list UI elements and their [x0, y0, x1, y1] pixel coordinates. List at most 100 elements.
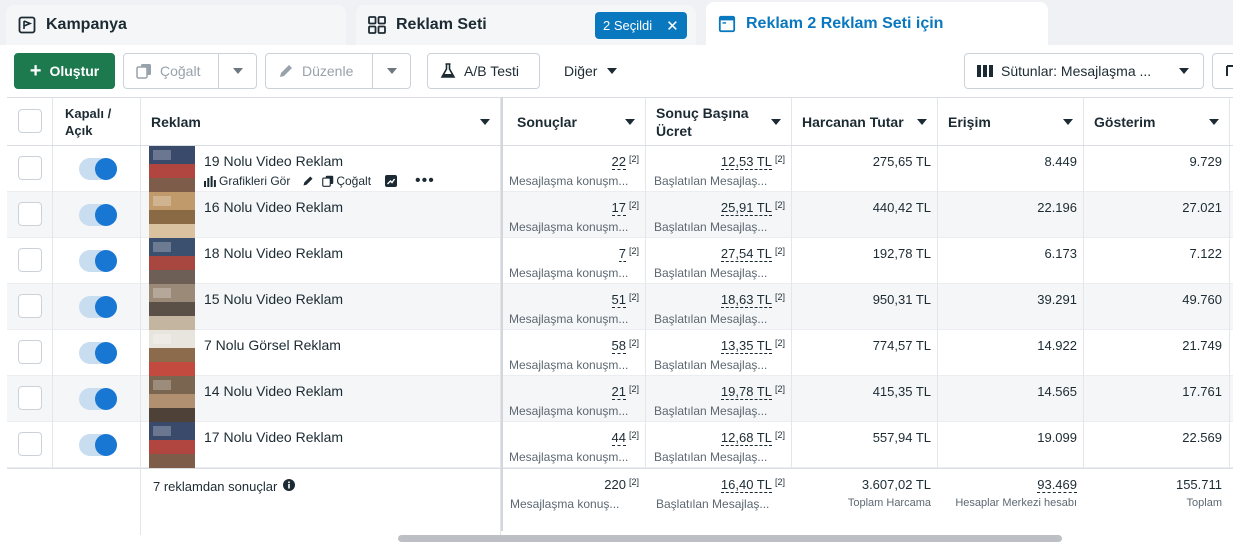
reach-cell: [938, 376, 1084, 422]
header-cpr[interactable]: Sonuç Başına Ücret: [646, 98, 792, 145]
cpr-number[interactable]: 13,35 TL: [720, 338, 772, 354]
cpr-number[interactable]: 12,68 TL: [720, 430, 772, 446]
ad-name[interactable]: 15 Nolu Video Reklam: [204, 291, 343, 307]
ad-name[interactable]: 17 Nolu Video Reklam: [204, 429, 343, 445]
selected-badge[interactable]: 2 Seçildi ✕: [595, 12, 687, 39]
results-number[interactable]: 21: [611, 384, 626, 400]
edit-row-button[interactable]: [302, 175, 314, 187]
footer-reach-sub: Hesaplar Merkezi hesabı: [955, 497, 1077, 509]
footer-reach-value[interactable]: 93.469: [1037, 477, 1077, 493]
ad-thumbnail[interactable]: [149, 284, 195, 330]
folder-flag-icon: [18, 16, 36, 34]
footnote-marker: [2]: [774, 338, 785, 348]
header-reach[interactable]: Erişim: [938, 98, 1084, 145]
other-menu-button[interactable]: Diğer: [552, 53, 634, 89]
cpr-number[interactable]: 27,54 TL: [720, 246, 772, 262]
cpr-number[interactable]: 25,91 TL: [720, 200, 772, 216]
ab-test-button[interactable]: A/B Testi: [427, 53, 540, 89]
ad-on-off-toggle[interactable]: [79, 342, 117, 364]
ad-name[interactable]: 7 Nolu Görsel Reklam: [204, 337, 341, 353]
table-row[interactable]: 15 Nolu Video Reklam 51 [2] Mesajlaşma ko…: [7, 284, 1233, 330]
ad-name[interactable]: 16 Nolu Video Reklam: [204, 199, 343, 215]
header-spend[interactable]: Harcanan Tutar: [792, 98, 938, 145]
ad-name[interactable]: 14 Nolu Video Reklam: [204, 383, 343, 399]
row-checkbox[interactable]: [18, 156, 42, 180]
more-icon[interactable]: •••: [415, 173, 435, 189]
duplicate-label: Çoğalt: [160, 63, 201, 79]
ad-thumbnail[interactable]: [149, 330, 195, 376]
ad-on-off-toggle[interactable]: [79, 434, 117, 456]
ad-on-off-toggle[interactable]: [79, 204, 117, 226]
header-onoff[interactable]: Kapalı / Açık: [53, 98, 141, 145]
ad-thumbnail[interactable]: [149, 192, 195, 238]
ad-name[interactable]: 19 Nolu Video Reklam: [204, 153, 343, 169]
edit-button[interactable]: Düzenle: [265, 53, 411, 89]
row-checkbox[interactable]: [18, 202, 42, 226]
duplicate-row-button[interactable]: Çoğalt: [322, 174, 371, 188]
duplicate-button[interactable]: Çoğalt: [123, 53, 257, 89]
ad-name[interactable]: 18 Nolu Video Reklam: [204, 245, 343, 261]
tab-ad[interactable]: Reklam 2 Reklam Seti için: [706, 2, 1048, 45]
results-number[interactable]: 17: [611, 200, 626, 216]
table-row[interactable]: 14 Nolu Video Reklam 21 [2] Mesajlaşma ko…: [7, 376, 1233, 422]
row-checkbox[interactable]: [18, 340, 42, 364]
chevron-down-icon: [1209, 119, 1219, 125]
edit-dropdown[interactable]: [372, 54, 410, 88]
table-row[interactable]: 17 Nolu Video Reklam 44 [2] Mesajlaşma ko…: [7, 422, 1233, 468]
results-number[interactable]: 22: [611, 154, 626, 170]
view-charts-label: Grafikleri Gör: [219, 174, 291, 188]
ad-on-off-toggle[interactable]: [79, 158, 117, 180]
ad-on-off-toggle[interactable]: [79, 296, 117, 318]
row-checkbox[interactable]: [18, 248, 42, 272]
tab-campaign[interactable]: Kampanya: [6, 5, 346, 45]
columns-dropdown[interactable]: [1165, 54, 1203, 88]
cpr-number[interactable]: 12,53 TL: [720, 154, 772, 170]
ad-thumbnail[interactable]: [149, 422, 195, 468]
impressions-cell: [1084, 284, 1230, 330]
toolbar: + Oluştur Çoğalt Düzenle A/B Testi Diğer…: [0, 45, 1233, 97]
select-all-checkbox[interactable]: [18, 109, 42, 133]
header-cpr-label: Sonuç Başına Ücret: [656, 104, 749, 139]
results-number[interactable]: 7: [618, 246, 626, 262]
columns-button[interactable]: Sütunlar: Mesajlaşma ...: [964, 53, 1204, 89]
results-number[interactable]: 51: [611, 292, 626, 308]
row-checkbox[interactable]: [18, 432, 42, 456]
header-impressions[interactable]: Gösterim: [1084, 98, 1230, 145]
copy-icon: [136, 63, 152, 79]
footnote-marker: [2]: [774, 430, 785, 440]
impressions-value: 22.569: [1182, 430, 1222, 445]
ad-thumbnail[interactable]: [149, 238, 195, 284]
open-row-button[interactable]: [385, 175, 398, 187]
spend-value: 950,31 TL: [872, 292, 931, 307]
ad-thumbnail[interactable]: [149, 376, 195, 422]
row-checkbox[interactable]: [18, 294, 42, 318]
grid-icon: [368, 16, 386, 34]
results-subtitle: Mesajlaşma konuşm...: [509, 450, 629, 464]
header-results[interactable]: Sonuçlar: [503, 98, 646, 145]
breakdown-button[interactable]: [1212, 53, 1233, 89]
table-row[interactable]: 18 Nolu Video Reklam 7 [2] Mesajlaşma kon…: [7, 238, 1233, 284]
row-checkbox[interactable]: [18, 386, 42, 410]
table-row[interactable]: 7 Nolu Görsel Reklam 58 [2] Mesajlaşma ko…: [7, 330, 1233, 376]
header-ad[interactable]: Reklam: [141, 98, 501, 145]
cpr-number[interactable]: 19,78 TL: [720, 384, 772, 400]
chevron-down-icon: [917, 119, 927, 125]
cpr-number[interactable]: 18,63 TL: [720, 292, 772, 308]
selected-count: 2 Seçildi: [603, 18, 653, 33]
results-number[interactable]: 44: [611, 430, 626, 446]
horizontal-scrollbar[interactable]: [398, 535, 1062, 542]
ad-on-off-toggle[interactable]: [79, 388, 117, 410]
chevron-down-icon: [625, 119, 635, 125]
table-row[interactable]: 16 Nolu Video Reklam 17 [2] Mesajlaşma ko…: [7, 192, 1233, 238]
frozen-column-divider[interactable]: [501, 97, 503, 531]
results-number[interactable]: 58: [611, 338, 626, 354]
ad-thumbnail[interactable]: [149, 146, 195, 192]
table-row[interactable]: 19 Nolu Video Reklam Grafikleri Gör Çoğa…: [7, 146, 1233, 192]
create-button[interactable]: + Oluştur: [14, 53, 115, 89]
tab-adset[interactable]: Reklam Seti 2 Seçildi ✕: [356, 5, 696, 45]
close-icon[interactable]: ✕: [666, 17, 679, 35]
footer-cpr-value[interactable]: 16,40 TL: [720, 477, 772, 493]
duplicate-dropdown[interactable]: [218, 54, 256, 88]
view-charts-link[interactable]: Grafikleri Gör: [204, 174, 290, 188]
ad-on-off-toggle[interactable]: [79, 250, 117, 272]
